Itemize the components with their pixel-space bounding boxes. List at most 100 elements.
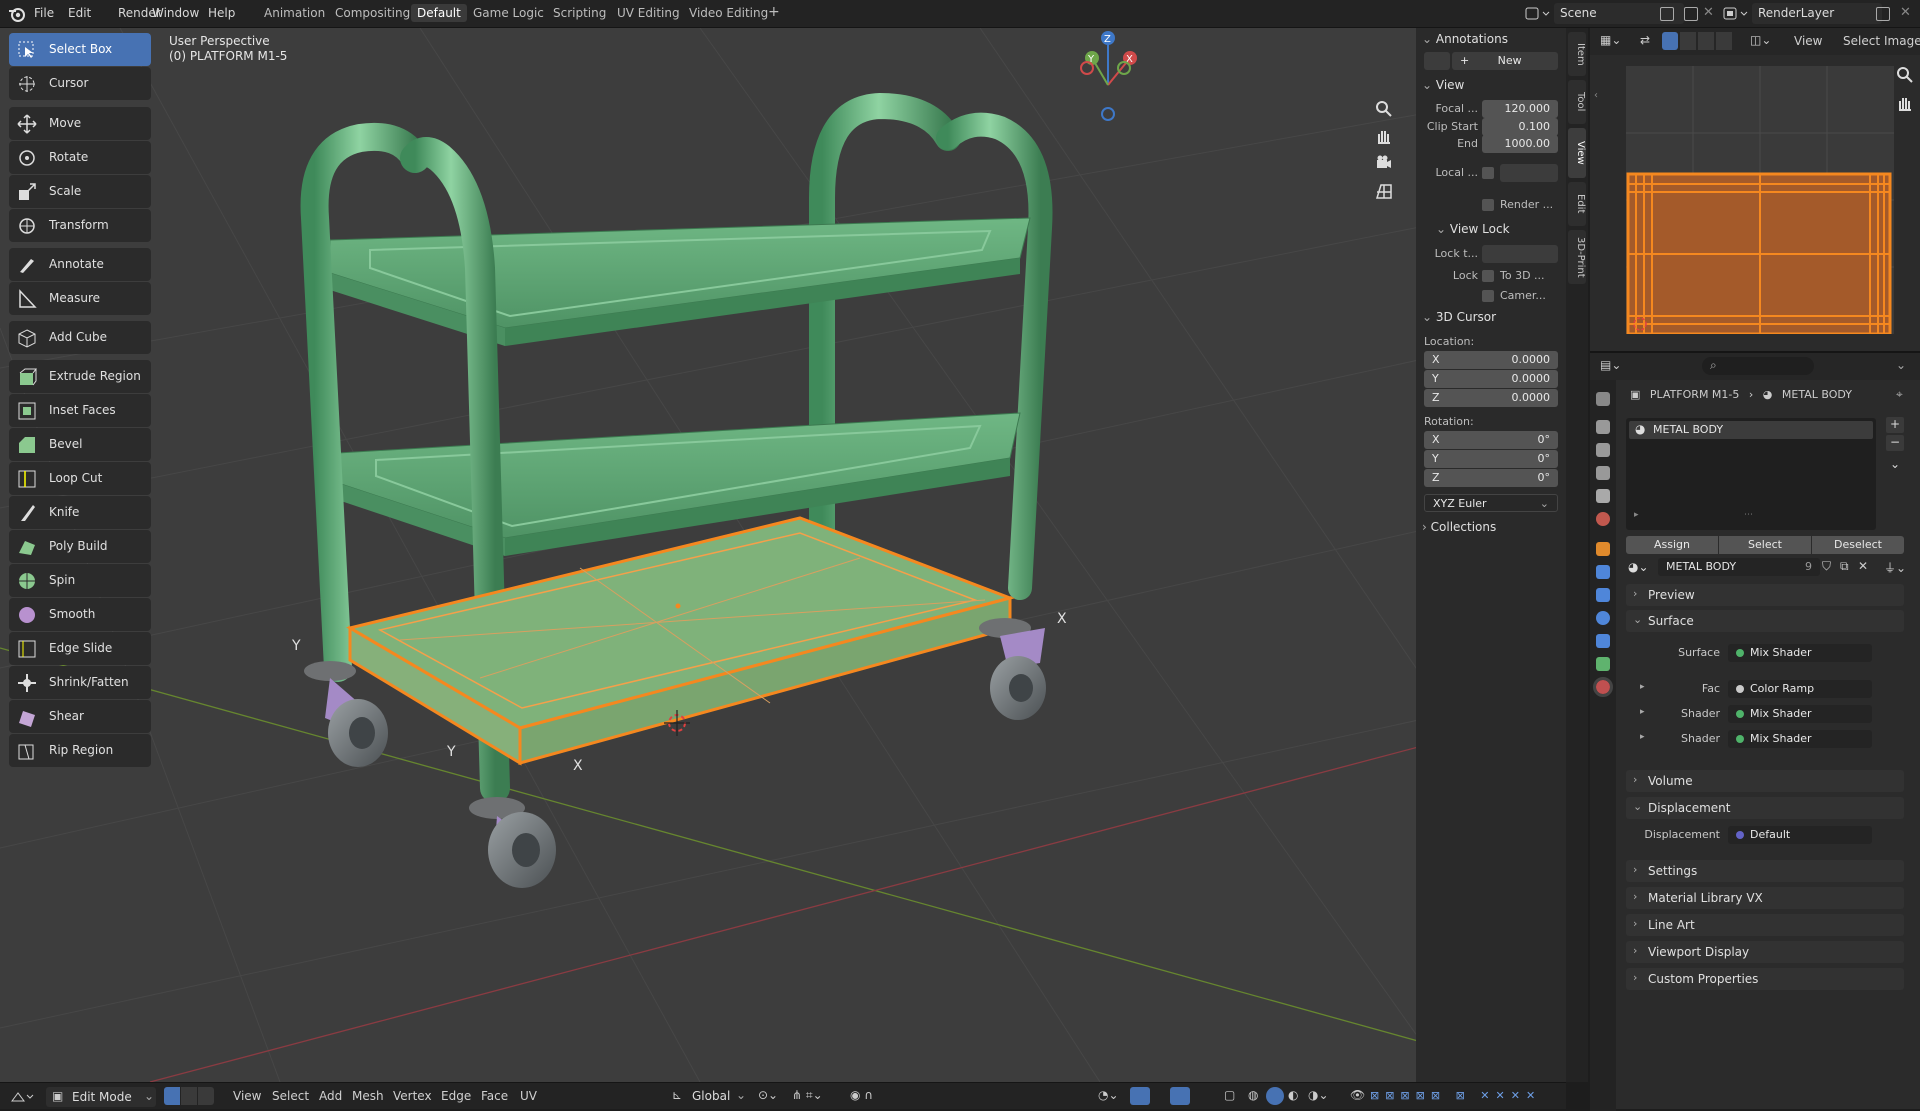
tool-move[interactable]: Move: [9, 107, 151, 140]
material-name-field[interactable]: METAL BODY 9: [1658, 558, 1820, 576]
menu-mesh[interactable]: Mesh: [352, 1089, 384, 1103]
clip-end-field[interactable]: 1000.00: [1482, 135, 1558, 153]
menu-help[interactable]: Help: [208, 6, 235, 20]
add-workspace-icon[interactable]: +: [768, 4, 780, 20]
list-expand-icon[interactable]: ▸: [1634, 510, 1639, 520]
tab-animation[interactable]: Animation: [264, 6, 325, 20]
zoom-icon[interactable]: [1375, 100, 1393, 118]
viewport-scene[interactable]: Y Y X X Z X Y: [0, 28, 1566, 1082]
clip-start-field[interactable]: 0.100: [1482, 118, 1558, 136]
rotation-mode-dropdown[interactable]: XYZ Euler ⌄: [1424, 494, 1558, 512]
menu-vertex[interactable]: Vertex: [393, 1089, 432, 1103]
menu-edit[interactable]: Edit: [68, 6, 91, 20]
properties-options-icon[interactable]: ⌄: [1896, 358, 1906, 372]
select-button[interactable]: Select: [1719, 536, 1811, 554]
displacement-section-header[interactable]: ⌄ Displacement: [1626, 797, 1904, 819]
pivot-point-icon[interactable]: ⊙⌄: [758, 1088, 778, 1102]
new-scene-icon[interactable]: [1684, 7, 1698, 21]
shading-rendered-icon[interactable]: ◑⌄: [1308, 1088, 1329, 1102]
tab-video-editing[interactable]: Video Editing: [689, 6, 768, 20]
render-region-checkbox[interactable]: [1482, 199, 1494, 211]
face-select-button[interactable]: [198, 1087, 214, 1105]
tool-edge-slide[interactable]: Edge Slide: [9, 632, 151, 665]
uv-menu-image[interactable]: Image: [1884, 34, 1920, 48]
object-properties-icon[interactable]: [1596, 542, 1610, 556]
layer-toggles[interactable]: ⊠⊠⊠⊠⊠ ⊠ ✕✕✕✕: [1370, 1089, 1541, 1102]
unlink-material-icon[interactable]: ✕: [1858, 559, 1868, 573]
3d-cursor-header[interactable]: ⌄ 3D Cursor: [1422, 310, 1496, 324]
shading-solid-button[interactable]: [1266, 1087, 1284, 1105]
menu-face[interactable]: Face: [481, 1089, 508, 1103]
view-layer-settings-icon[interactable]: [1596, 466, 1610, 480]
uv-canvas[interactable]: [1626, 66, 1894, 334]
volume-section-header[interactable]: › Volume: [1626, 770, 1904, 792]
tool-transform[interactable]: Transform: [9, 209, 151, 242]
uv-menu-view[interactable]: View: [1794, 34, 1822, 48]
output-settings-icon[interactable]: [1596, 443, 1610, 457]
tool-annotate[interactable]: Annotate: [9, 248, 151, 281]
properties-editor-type-icon[interactable]: ▤⌄: [1600, 358, 1621, 372]
focal-length-field[interactable]: 120.000: [1482, 100, 1558, 118]
ortho-grid-icon[interactable]: [1375, 182, 1393, 200]
new-view-layer-icon[interactable]: [1876, 7, 1890, 21]
fake-user-icon[interactable]: ⛉: [1822, 559, 1831, 574]
3d-viewport[interactable]: Y Y X X Z X Y User Perspective (0) PLATF…: [0, 28, 1566, 1082]
tab-game-logic[interactable]: Game Logic: [473, 6, 544, 20]
surface-shader-field[interactable]: Mix Shader: [1728, 644, 1872, 662]
view-lock-header[interactable]: ⌄ View Lock: [1436, 222, 1510, 236]
proportional-editing-icon[interactable]: ◉ ∩: [850, 1088, 873, 1102]
cursor-location-y[interactable]: Y 0.0000: [1424, 370, 1558, 388]
annotation-new-button[interactable]: + New: [1452, 52, 1558, 70]
delete-view-layer-icon[interactable]: ✕: [1900, 5, 1911, 20]
add-material-slot-button[interactable]: +: [1886, 417, 1904, 433]
settings-section-header[interactable]: › Settings: [1626, 860, 1904, 882]
xray-toggle-icon[interactable]: ▢: [1224, 1088, 1235, 1102]
line-art-section-header[interactable]: › Line Art: [1626, 914, 1904, 936]
tool-cursor[interactable]: Cursor: [9, 67, 151, 100]
menu-edge[interactable]: Edge: [441, 1089, 471, 1103]
view-layer-icon[interactable]: [1722, 5, 1750, 23]
annotations-header[interactable]: ⌄ Annotations: [1422, 32, 1508, 46]
tab-uv-editing[interactable]: UV Editing: [617, 6, 680, 20]
tab-item[interactable]: Item: [1568, 32, 1586, 76]
blender-logo-icon[interactable]: [8, 5, 26, 23]
shading-wireframe-icon[interactable]: ◍: [1248, 1088, 1258, 1102]
uv-collapse-icon[interactable]: ‹: [1594, 90, 1598, 101]
overlay-toggle-button[interactable]: [1170, 1087, 1190, 1105]
material-browse-icon[interactable]: ◕⌄: [1628, 560, 1649, 574]
tool-measure[interactable]: Measure: [9, 282, 151, 315]
lock-to-object-field[interactable]: [1482, 245, 1558, 263]
lock-to-3d-cursor-checkbox[interactable]: [1482, 270, 1494, 282]
material-specials-icon[interactable]: ⌄: [1886, 457, 1904, 473]
tool-bevel[interactable]: Bevel: [9, 428, 151, 461]
uv-editor-type-icon[interactable]: ▦⌄: [1600, 33, 1621, 47]
uv-edge-select[interactable]: [1680, 32, 1696, 50]
physics-properties-icon[interactable]: [1596, 611, 1610, 625]
edge-select-button[interactable]: [181, 1087, 197, 1105]
menu-view[interactable]: View: [233, 1089, 261, 1103]
tool-shear[interactable]: Shear: [9, 700, 151, 733]
tab-view[interactable]: View: [1568, 128, 1586, 178]
tab-tool[interactable]: Tool: [1568, 80, 1586, 124]
material-link-icon[interactable]: ⏚⌄: [1884, 559, 1906, 576]
local-camera-field[interactable]: [1500, 164, 1558, 182]
material-library-section-header[interactable]: › Material Library VX: [1626, 887, 1904, 909]
delete-scene-icon[interactable]: ✕: [1703, 5, 1714, 20]
list-resize-handle[interactable]: ⋯: [1744, 510, 1753, 520]
menu-file[interactable]: File: [34, 6, 54, 20]
shader2-input-field[interactable]: Mix Shader: [1728, 730, 1872, 748]
mode-dropdown[interactable]: ▣ Edit Mode ⌄: [46, 1087, 156, 1107]
uv-sync-icon[interactable]: ⇄: [1640, 33, 1650, 47]
menu-uv[interactable]: UV: [520, 1089, 537, 1103]
shader1-input-field[interactable]: Mix Shader: [1728, 705, 1872, 723]
snap-icon[interactable]: ⋔ ⌗⌄: [792, 1088, 823, 1103]
shading-material-icon[interactable]: ◐: [1288, 1088, 1298, 1102]
editor-type-icon[interactable]: [10, 1089, 34, 1105]
tool-inset-faces[interactable]: Inset Faces: [9, 394, 151, 427]
tool-settings-icon[interactable]: [1596, 392, 1610, 406]
visibility-icon[interactable]: ◔⌄: [1098, 1088, 1119, 1102]
material-slot-list[interactable]: ◕ METAL BODY ▸ ⋯: [1626, 418, 1876, 530]
tool-rotate[interactable]: Rotate: [9, 141, 151, 174]
tab-default[interactable]: Default: [411, 4, 467, 22]
uv-pan-icon[interactable]: [1896, 94, 1914, 112]
